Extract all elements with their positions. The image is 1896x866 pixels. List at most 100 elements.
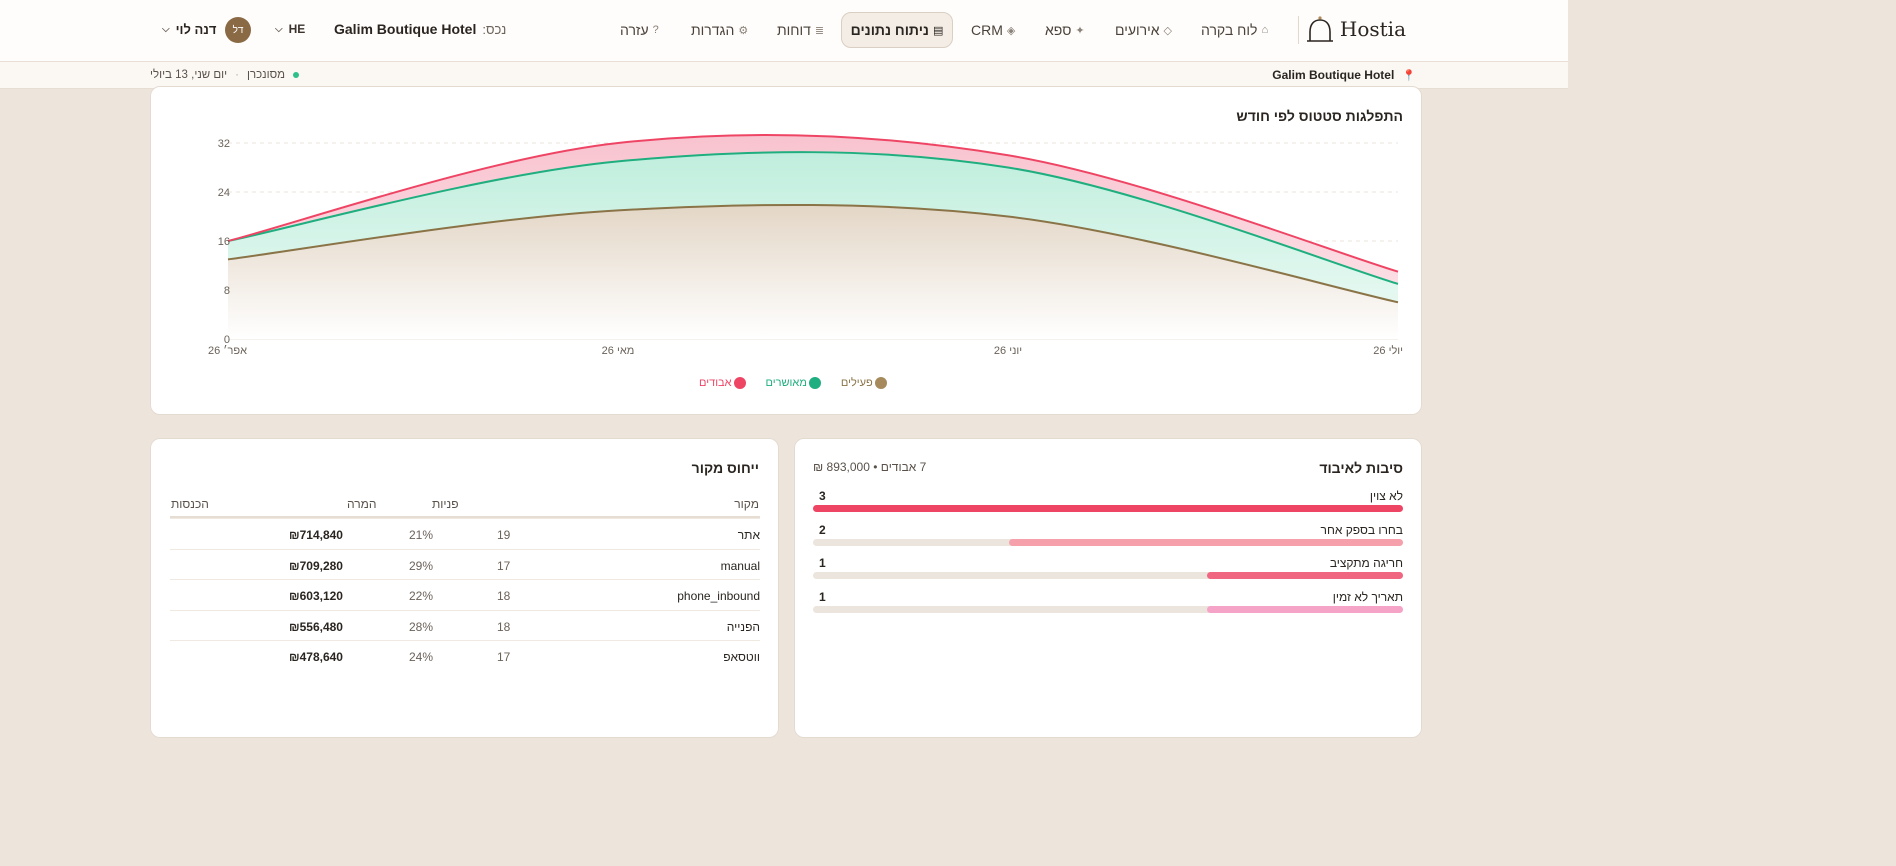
loss-reasons-title: סיבות לאיבוד xyxy=(1319,460,1403,476)
nav-analytics[interactable]: ▤ ניתוח נתונים xyxy=(841,12,953,48)
status-area-chart: 08162432אפר׳ 26 מאי 26 יוני 26 יולי 26 xyxy=(208,133,1403,357)
cell-source: ווטסאפ xyxy=(723,650,760,664)
loss-reason-track xyxy=(813,539,1403,546)
brand-logo[interactable]: Hostia xyxy=(1306,14,1406,44)
separator-dot: · xyxy=(235,69,239,81)
user-name: דנה לוי xyxy=(175,22,217,37)
cell-source: אתר xyxy=(737,528,760,542)
loss-reason-count: 1 xyxy=(819,556,826,570)
cell-revenue: ₪709,280 xyxy=(289,559,343,573)
gear-icon: ⚙ xyxy=(738,24,749,37)
legend-swatch-active xyxy=(874,377,887,389)
x-tick-label: יולי 26 xyxy=(1373,344,1403,357)
nav-events[interactable]: ◇ אירועים xyxy=(1115,22,1172,38)
cell-revenue: ₪603,120 xyxy=(289,589,343,603)
table-row[interactable]: phone_inbound 18 22% ₪603,120 xyxy=(170,579,760,610)
table-row[interactable]: הפנייה 18 28% ₪556,480 xyxy=(170,610,760,641)
cell-conversion: 28% xyxy=(409,620,434,634)
nav-settings-label: הגדרות xyxy=(691,22,735,38)
cell-conversion: 21% xyxy=(409,528,434,542)
legend-item-confirmed[interactable]: מאושרים xyxy=(766,377,821,389)
cell-revenue: ₪478,640 xyxy=(289,650,343,664)
loss-reason-label: לא צוין xyxy=(1369,489,1403,503)
legend-label-active: פעילים xyxy=(840,377,873,389)
nav-dashboard-label: לוח בקרה xyxy=(1201,22,1258,38)
loss-reasons-summary: 7 אבודים • 893,000 ₪ xyxy=(813,460,927,474)
brand-divider xyxy=(1298,16,1299,44)
chevron-down-icon: ⌵ xyxy=(275,23,283,35)
cell-source: manual xyxy=(720,559,760,573)
loss-reason-row[interactable]: בחרו בספק אחר 2 xyxy=(813,523,1403,557)
cell-conversion: 24% xyxy=(409,650,434,664)
legend-label-confirmed: מאושרים xyxy=(765,377,807,389)
reports-icon: ≣ xyxy=(814,24,825,37)
loss-reason-row[interactable]: תאריך לא זמין 1 xyxy=(813,590,1403,624)
nav-dashboard[interactable]: ⌂ לוח בקרה xyxy=(1201,22,1268,38)
avatar[interactable]: דל xyxy=(225,17,251,43)
nav-settings[interactable]: ⚙ הגדרות xyxy=(691,22,748,38)
header-conversion[interactable]: המרה xyxy=(347,497,377,511)
cell-conversion: 22% xyxy=(409,589,434,603)
legend-item-active[interactable]: פעילים xyxy=(841,377,887,389)
source-attribution-card: ייחוס מקור מקור פניות המרה הכנסות אתר 19… xyxy=(150,438,779,738)
cell-inquiries: 17 xyxy=(497,650,511,664)
loss-reason-row[interactable]: לא צוין 3 xyxy=(813,489,1403,523)
table-row[interactable]: אתר 19 21% ₪714,840 xyxy=(170,518,760,549)
y-tick-label: 8 xyxy=(224,285,230,297)
sparkle-icon: ✦ xyxy=(1075,24,1085,37)
table-row[interactable]: ווטסאפ 17 24% ₪478,640 xyxy=(170,640,760,671)
nav-spa-label: ספא xyxy=(1045,22,1072,38)
bell-logo-icon xyxy=(1306,16,1333,42)
y-tick-label: 16 xyxy=(218,236,230,248)
legend-label-lost: אבודים xyxy=(699,377,732,389)
crm-icon: ◈ xyxy=(1006,24,1016,37)
user-menu[interactable]: ⌵ דנה לוי xyxy=(162,22,216,37)
legend-swatch-confirmed xyxy=(808,377,821,389)
chart-legend: אבודים מאושרים פעילים xyxy=(699,377,887,389)
home-icon: ⌂ xyxy=(1261,24,1269,36)
x-tick-label: אפר׳ 26 xyxy=(208,344,247,357)
analytics-icon: ▤ xyxy=(932,24,944,37)
language-code: HE xyxy=(288,22,306,36)
chart-areas xyxy=(228,134,1398,339)
help-icon: ? xyxy=(652,24,659,36)
source-attribution-title: ייחוס מקור xyxy=(691,460,759,476)
sync-status: מסונכרן · יום שני, 13 ביולי xyxy=(150,69,300,81)
loss-reason-bar xyxy=(1206,606,1403,613)
sync-status-text: מסונכרן xyxy=(247,69,286,81)
language-selector[interactable]: ⌵ HE xyxy=(275,22,305,36)
x-tick-label: מאי 26 xyxy=(602,345,635,357)
cell-revenue: ₪714,840 xyxy=(289,528,343,542)
y-tick-label: 32 xyxy=(218,138,230,150)
table-row[interactable]: manual 17 29% ₪709,280 xyxy=(170,549,760,580)
loss-reason-row[interactable]: חריגה מתקציב 1 xyxy=(813,556,1403,590)
loss-reason-track xyxy=(813,606,1403,613)
legend-item-lost[interactable]: אבודים xyxy=(699,377,746,389)
cell-conversion: 29% xyxy=(409,559,434,573)
nav-reports[interactable]: ≣ דוחות xyxy=(777,22,824,38)
y-tick-label: 24 xyxy=(218,187,230,199)
current-property: 📍 Galim Boutique Hotel xyxy=(1272,68,1416,82)
property-selector[interactable]: נכס: Galim Boutique Hotel xyxy=(334,21,506,37)
cell-source: הפנייה xyxy=(726,620,760,634)
header-revenue[interactable]: הכנסות xyxy=(171,497,209,511)
cell-inquiries: 17 xyxy=(497,559,511,573)
cell-inquiries: 18 xyxy=(497,620,511,634)
header-inquiries[interactable]: פניות xyxy=(432,497,459,511)
nav-help[interactable]: ? עזרה xyxy=(620,22,659,38)
loss-reason-track xyxy=(813,572,1403,579)
nav-help-label: עזרה xyxy=(620,22,649,38)
loss-reason-bar xyxy=(1206,572,1403,579)
nav-crm[interactable]: ◈ CRM xyxy=(971,22,1015,38)
legend-swatch-lost xyxy=(733,377,746,389)
loss-reason-track xyxy=(813,505,1403,512)
property-name: Galim Boutique Hotel xyxy=(334,21,477,37)
sync-dot-icon xyxy=(293,72,300,78)
cell-revenue: ₪556,480 xyxy=(289,620,343,634)
loss-reason-count: 3 xyxy=(819,489,826,503)
current-date: יום שני, 13 ביולי xyxy=(150,69,228,81)
header-source[interactable]: מקור xyxy=(734,497,759,511)
nav-spa[interactable]: ✦ ספא xyxy=(1045,22,1085,38)
loss-reason-bar xyxy=(1009,539,1403,546)
property-label: נכס: xyxy=(482,22,507,37)
